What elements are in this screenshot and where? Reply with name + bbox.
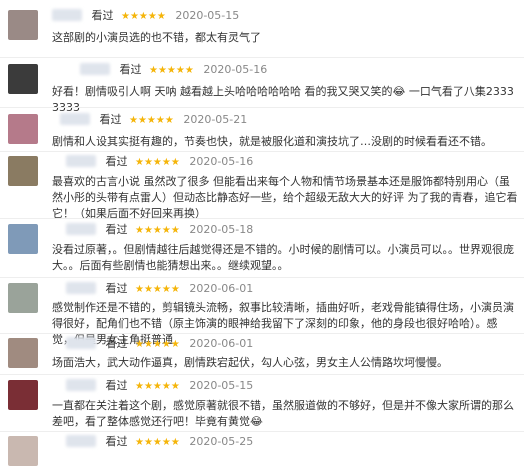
comment-meta: 看过 ★★★★★ 2020-05-15	[52, 8, 239, 24]
comment-date: 2020-05-25	[189, 435, 254, 448]
divider	[0, 277, 524, 278]
watch-status: 看过	[99, 113, 122, 126]
rating-stars: ★★★★★	[135, 381, 180, 392]
comment-text: 没看过原著，。但剧情越往后越觉得还是不错的。小时候的剧情可以。小演员可以。。世界…	[52, 243, 514, 272]
avatar[interactable]	[8, 436, 38, 466]
avatar[interactable]	[8, 224, 38, 254]
rating-stars: ★★★★★	[135, 339, 180, 350]
username[interactable]	[66, 282, 96, 294]
comment-meta: 看过 ★★★★★ 2020-05-25	[66, 434, 253, 450]
avatar[interactable]	[8, 10, 38, 40]
username[interactable]	[60, 113, 90, 125]
watch-status: 看过	[119, 63, 142, 76]
username[interactable]	[66, 379, 96, 391]
rating-stars: ★★★★★	[121, 11, 166, 22]
rating-stars: ★★★★★	[149, 65, 194, 76]
divider	[0, 107, 524, 108]
avatar[interactable]	[8, 114, 38, 144]
comment-meta: 看过 ★★★★★ 2020-05-18	[66, 222, 253, 238]
watch-status: 看过	[105, 337, 128, 350]
comment-date: 2020-05-21	[183, 113, 248, 126]
watch-status: 看过	[105, 435, 128, 448]
avatar[interactable]	[8, 64, 38, 94]
rating-stars: ★★★★★	[129, 115, 174, 126]
rating-stars: ★★★★★	[135, 225, 180, 236]
comment-text: 场面浩大，武大动作逼真，剧情跌宕起伏，勾人心弦，男女主人公情路坎坷慢慢。	[52, 356, 448, 369]
divider	[0, 374, 524, 375]
username[interactable]	[66, 337, 96, 349]
rating-stars: ★★★★★	[135, 157, 180, 168]
comment-text: 最喜欢的古言小说 虽然改了很多 但能看出来每个人物和情节场景基本还是服饰都特别用…	[52, 175, 518, 220]
comment-meta: 看过 ★★★★★ 2020-06-01	[66, 336, 253, 352]
comment-list: 看过 ★★★★★ 2020-05-15 这部剧的小演员选的也不错，都太有灵气了 …	[0, 0, 524, 466]
watch-status: 看过	[105, 155, 128, 168]
divider	[0, 333, 524, 334]
avatar[interactable]	[8, 283, 38, 313]
avatar[interactable]	[8, 338, 38, 368]
comment-date: 2020-06-01	[189, 282, 254, 295]
comment-date: 2020-05-15	[175, 9, 240, 22]
comment-text: 一直都在关注着这个剧，感觉原著就很不错，虽然服道做的不够好，但是并不像大家所谓的…	[52, 399, 514, 428]
username[interactable]	[52, 9, 82, 21]
username[interactable]	[80, 63, 110, 75]
divider	[0, 431, 524, 432]
comment-text: 剧情和人设其实挺有趣的，节奏也快，就是被服化道和演技坑了…没剧的时候看看还不错。	[52, 135, 492, 148]
comment-meta: 看过 ★★★★★ 2020-05-15	[66, 378, 253, 394]
divider	[0, 151, 524, 152]
comment-date: 2020-05-18	[189, 223, 254, 236]
rating-stars: ★★★★★	[135, 437, 180, 448]
username[interactable]	[66, 435, 96, 447]
divider	[0, 218, 524, 219]
comment-meta: 看过 ★★★★★ 2020-05-16	[80, 62, 267, 78]
rating-stars: ★★★★★	[135, 284, 180, 295]
watch-status: 看过	[105, 282, 128, 295]
comment-date: 2020-05-16	[189, 155, 254, 168]
avatar[interactable]	[8, 380, 38, 410]
watch-status: 看过	[105, 223, 128, 236]
comment-meta: 看过 ★★★★★ 2020-06-01	[66, 281, 253, 297]
comment-date: 2020-06-01	[189, 337, 254, 350]
comment-meta: 看过 ★★★★★ 2020-05-21	[60, 112, 247, 128]
watch-status: 看过	[105, 379, 128, 392]
avatar[interactable]	[8, 156, 38, 186]
username[interactable]	[66, 155, 96, 167]
divider	[0, 57, 524, 58]
username[interactable]	[66, 223, 96, 235]
comment-date: 2020-05-16	[203, 63, 268, 76]
watch-status: 看过	[91, 9, 114, 22]
comment-text: 这部剧的小演员选的也不错，都太有灵气了	[52, 31, 261, 44]
comment-date: 2020-05-15	[189, 379, 254, 392]
comment-meta: 看过 ★★★★★ 2020-05-16	[66, 154, 253, 170]
